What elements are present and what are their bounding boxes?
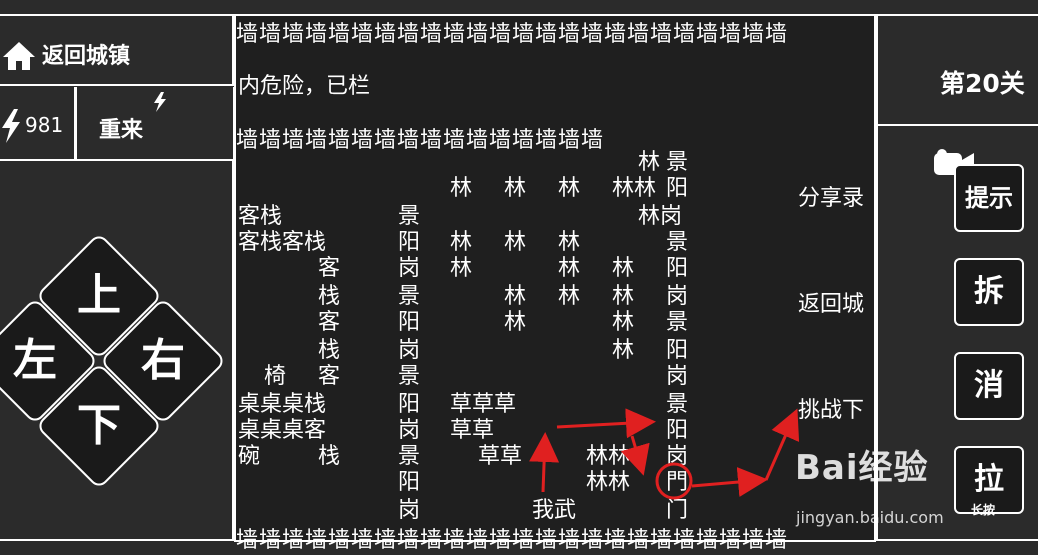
scenery-tile: 阳 [666,176,689,201]
inn-tile: 客 [318,310,341,335]
notice-text: 内危险，已栏 [238,74,371,99]
inn-tile: 栈 [318,338,341,363]
scenery-tile: 阳 [398,230,421,255]
inn-tile: 客栈客栈 [238,230,327,255]
game-board: 墙墙墙墙墙墙墙墙墙墙墙墙墙墙墙墙墙墙墙墙墙墙墙墙 内危险，已栏 墙墙墙墙墙墙墙墙… [234,14,876,553]
scenery-tile: 岗 [398,498,421,523]
gate-tile: 門 [666,470,689,495]
return-town-button[interactable]: 返回城镇 [0,14,234,86]
inn-tile: 客 [318,256,341,281]
scenery-tile: 阳 [666,338,689,363]
tree-tile: 林林 [586,444,631,469]
tree-tile: 林 [450,176,473,201]
inn-tile: 栈 [318,444,341,469]
table-tile: 桌桌桌客 [238,418,327,443]
challenge-next-text[interactable]: 挑战下 [798,392,864,424]
dpad-down-label: 下 [77,400,121,451]
share-record-text[interactable]: 分享录 [798,180,864,212]
scenery-tile: 景 [666,230,689,255]
bottom-wall: 墙墙墙墙墙墙墙墙墙墙墙墙墙墙墙墙墙墙墙墙墙墙墙墙 [236,528,789,553]
scenery-tile: 岗 [398,256,421,281]
energy-counter: 981 [0,87,76,161]
tree-tile: 林林 [612,176,657,201]
tree-tile: 林岗 [638,204,683,229]
level-indicator: 第20关 [940,69,1025,98]
scenery-tile: 景 [666,392,689,417]
scenery-tile: 岗 [398,418,421,443]
scenery-tile: 阳 [398,310,421,335]
scenery-tile: 阳 [666,418,689,443]
grass-tile: 草草草 [450,392,517,417]
tree-tile: 林 [504,230,527,255]
long-press-tag: 长按 [971,503,996,517]
watermark-logo: Bai经验 [795,448,929,488]
tree-tile: 林 [504,176,527,201]
tree-tile: 林 [612,284,635,309]
tree-tile: 林 [558,176,581,201]
restart-label: 重来 [99,118,144,143]
grass-tile: 草草 [450,418,495,443]
tree-tile: 林 [612,338,635,363]
tree-tile: 林 [504,310,527,335]
table-tile: 桌桌桌栈 [238,392,327,417]
scenery-tile: 景 [398,284,421,309]
scenery-tile: 岗 [666,444,689,469]
eliminate-button[interactable]: 消 [954,352,1024,420]
grass-tile: 草草 [478,444,523,469]
hint-button[interactable]: 提示 [954,164,1024,232]
tree-tile: 林 [558,230,581,255]
return-town-label: 返回城镇 [42,44,131,69]
scenery-tile: 岗 [666,364,689,389]
scenery-tile: 景 [398,364,421,389]
scenery-tile: 阳 [398,470,421,495]
lightning-icon [154,92,166,112]
tree-tile: 林 [612,310,635,335]
inn-tile: 客 [318,364,341,389]
tree-tile: 林 [450,256,473,281]
scenery-tile: 景 [666,150,689,175]
tree-tile: 林林 [586,470,631,495]
chair-tile: 椅 [264,364,287,389]
energy-value: 981 [25,113,64,137]
home-icon [3,42,35,70]
scenery-tile: 阳 [666,256,689,281]
scenery-tile: 景 [398,204,421,229]
scenery-tile: 岗 [398,338,421,363]
tree-tile: 林 [558,284,581,309]
watermark-url: jingyan.baidu.com [796,508,944,527]
tree-tile: 林 [504,284,527,309]
player-character: 我武 [532,498,577,523]
baidu-watermark: Bai经验 [795,440,929,489]
inn-tile: 栈 [318,284,341,309]
tree-tile: 林 [638,150,661,175]
scenery-tile: 阳 [398,392,421,417]
scenery-tile: 景 [666,310,689,335]
bowl-tile: 碗 [238,444,261,469]
lightning-icon [2,109,20,143]
tree-tile: 林 [450,230,473,255]
inn-tile: 客栈 [238,204,283,229]
restart-button[interactable]: 重来 [75,87,235,161]
inner-wall: 墙墙墙墙墙墙墙墙墙墙墙墙墙墙墙墙 [236,128,605,153]
tree-tile: 林 [612,256,635,281]
scenery-tile: 岗 [666,284,689,309]
scenery-tile: 景 [398,444,421,469]
return-city-text[interactable]: 返回城 [798,286,864,318]
demolish-button[interactable]: 拆 [954,258,1024,326]
gate-tile: 门 [666,498,689,523]
tree-tile: 林 [558,256,581,281]
top-wall: 墙墙墙墙墙墙墙墙墙墙墙墙墙墙墙墙墙墙墙墙墙墙墙墙 [236,22,789,47]
